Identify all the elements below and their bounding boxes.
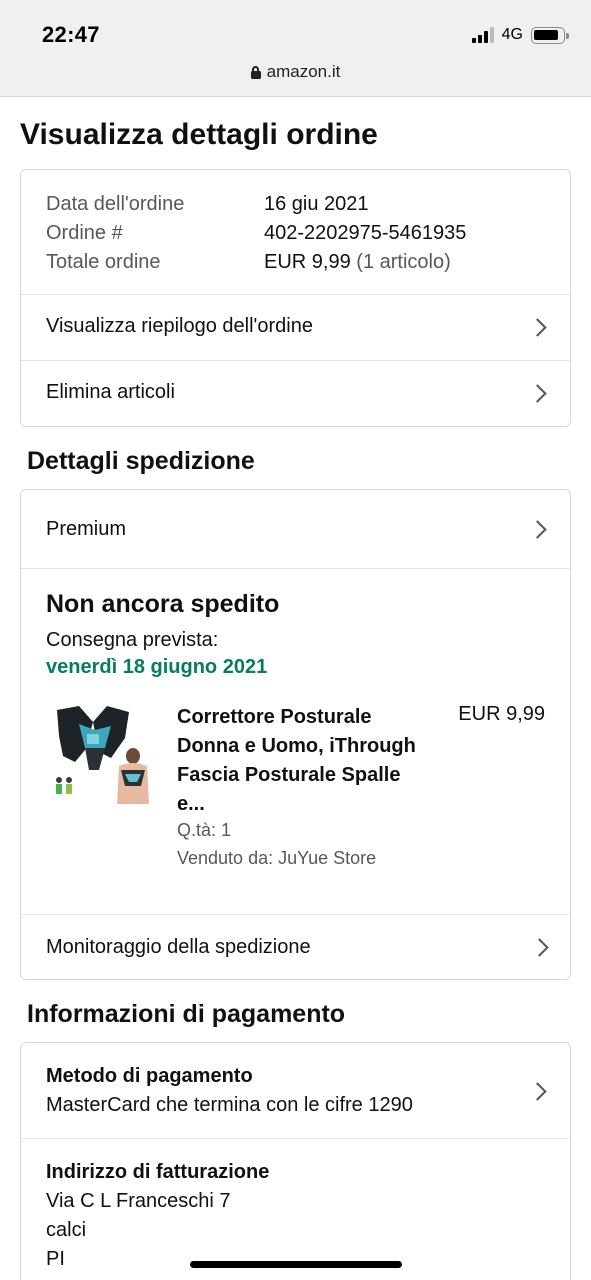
billing-street: Via C L Franceschi 7 bbox=[46, 1190, 231, 1212]
product-seller: Venduto da: JuYue Store bbox=[177, 848, 377, 868]
url-bar[interactable]: amazon.it bbox=[0, 62, 591, 82]
track-shipment-link[interactable]: Monitoraggio della spedizione bbox=[21, 914, 570, 979]
signal-icon bbox=[471, 27, 494, 43]
product-title-link[interactable]: Correttore Posturale Donna e Uomo, iThro… bbox=[177, 703, 417, 819]
order-date-label: Data dell'ordine bbox=[46, 193, 185, 215]
view-order-summary-label: Visualizza riepilogo dell'ordine bbox=[46, 315, 313, 337]
order-number-value: 402-2202975-5461935 bbox=[264, 222, 467, 244]
delete-items-label: Elimina articoli bbox=[46, 381, 175, 403]
payment-card: Metodo di pagamento MasterCard che termi… bbox=[20, 1042, 571, 1280]
order-date-value: 16 giu 2021 bbox=[264, 193, 369, 215]
payment-method-heading: Metodo di pagamento bbox=[46, 1065, 253, 1087]
billing-province: PI bbox=[46, 1248, 65, 1270]
order-total-value: EUR 9,99 bbox=[264, 251, 351, 273]
payment-method-value: MasterCard che termina con le cifre 1290 bbox=[46, 1094, 413, 1116]
order-summary-card: Data dell'ordine 16 giu 2021 Ordine # 40… bbox=[20, 169, 571, 427]
billing-address: Indirizzo di fatturazione Via C L France… bbox=[21, 1138, 570, 1280]
product-quantity: Q.tà: 1 bbox=[177, 820, 232, 840]
chevron-right-icon bbox=[528, 1082, 547, 1101]
order-total-label: Totale ordine bbox=[46, 251, 161, 273]
delete-items-link[interactable]: Elimina articoli bbox=[21, 360, 570, 426]
shipping-method-link[interactable]: Premium bbox=[21, 490, 570, 568]
order-info: Data dell'ordine 16 giu 2021 Ordine # 40… bbox=[46, 190, 466, 277]
shipping-card: Premium Non ancora spedito Consegna prev… bbox=[20, 489, 571, 980]
page-title: Visualizza dettagli ordine bbox=[20, 118, 378, 151]
delivery-estimate-label: Consegna prevista: bbox=[46, 629, 219, 651]
chevron-right-icon bbox=[528, 384, 547, 403]
browser-top-bar: 22:47 4G amazon.it bbox=[0, 0, 591, 97]
track-shipment-label: Monitoraggio della spedizione bbox=[46, 936, 311, 958]
order-item-count: (1 articolo) bbox=[356, 251, 451, 273]
shipping-method-label: Premium bbox=[46, 518, 127, 540]
chevron-right-icon bbox=[530, 938, 549, 957]
divider bbox=[21, 568, 570, 569]
delivery-date: venerdì 18 giugno 2021 bbox=[46, 656, 268, 678]
home-indicator[interactable] bbox=[190, 1261, 402, 1268]
lock-icon bbox=[250, 66, 261, 79]
chevron-right-icon bbox=[528, 318, 547, 337]
status-indicators: 4G bbox=[471, 26, 569, 44]
status-time: 22:47 bbox=[42, 22, 100, 47]
chevron-right-icon bbox=[528, 520, 547, 539]
product-price: EUR 9,99 bbox=[458, 703, 545, 725]
billing-address-heading: Indirizzo di fatturazione bbox=[46, 1161, 270, 1183]
billing-city: calci bbox=[46, 1219, 87, 1241]
shipping-section-title: Dettagli spedizione bbox=[27, 447, 255, 475]
shipment-status: Non ancora spedito bbox=[46, 590, 280, 618]
payment-section-title: Informazioni di pagamento bbox=[27, 1000, 346, 1028]
payment-method-link[interactable]: Metodo di pagamento MasterCard che termi… bbox=[21, 1043, 570, 1139]
product-image[interactable] bbox=[49, 700, 159, 810]
order-number-label: Ordine # bbox=[46, 222, 123, 244]
battery-icon bbox=[531, 26, 569, 44]
url-text: amazon.it bbox=[266, 62, 341, 81]
view-order-summary-link[interactable]: Visualizza riepilogo dell'ordine bbox=[21, 294, 570, 360]
network-type: 4G bbox=[501, 26, 523, 43]
